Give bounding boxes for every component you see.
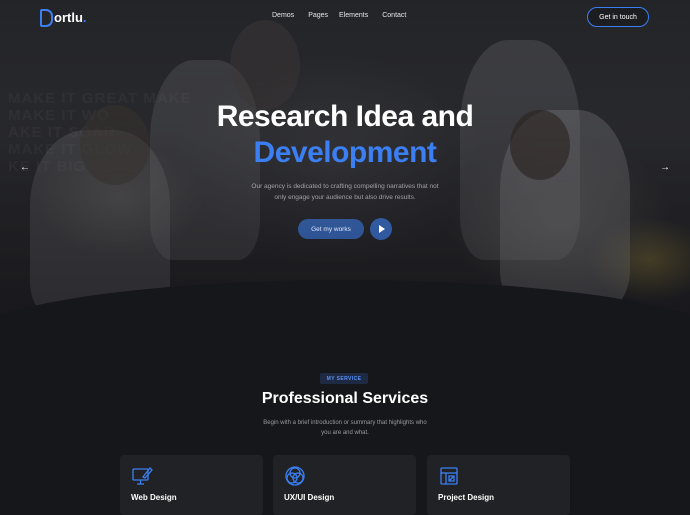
play-icon bbox=[379, 225, 385, 233]
venn-circles-icon bbox=[285, 466, 305, 486]
service-card-title: Web Design bbox=[131, 493, 177, 502]
section-badge: MY SERVICE bbox=[320, 373, 368, 384]
logo-dot: . bbox=[82, 9, 87, 25]
nav-item-demos[interactable]: Demos bbox=[272, 12, 294, 19]
service-card-web-design[interactable]: Web Design bbox=[120, 455, 263, 515]
blueprint-icon bbox=[440, 467, 458, 485]
slider-next-arrow-icon[interactable]: → bbox=[660, 162, 670, 173]
services-title: Professional Services bbox=[261, 390, 429, 407]
hero-subtitle: Our agency is dedicated to crafting comp… bbox=[251, 183, 439, 201]
hero-title-highlight: Development bbox=[253, 136, 437, 169]
logo-icon bbox=[40, 9, 53, 27]
slider-prev-arrow-icon[interactable]: ← bbox=[20, 162, 30, 173]
hero-title: Research Idea and bbox=[216, 100, 474, 133]
nav-item-pages[interactable]: Pages bbox=[308, 12, 328, 19]
main-nav: Demos Pages Elements Contact bbox=[272, 12, 420, 19]
brand-name: ortlu bbox=[54, 9, 83, 25]
monitor-pen-icon bbox=[132, 467, 153, 485]
get-my-works-button[interactable]: Get my works bbox=[298, 219, 364, 239]
play-video-button[interactable] bbox=[370, 218, 392, 240]
services-subtitle: Begin with a brief introduction or summa… bbox=[263, 420, 427, 436]
brand-logo[interactable]: ortlu. bbox=[40, 8, 87, 27]
service-card-title: UX/UI Design bbox=[284, 493, 335, 502]
nav-item-elements[interactable]: Elements bbox=[339, 12, 368, 19]
service-card-project-design[interactable]: Project Design bbox=[427, 455, 570, 515]
service-card-ux-ui-design[interactable]: UX/UI Design bbox=[273, 455, 416, 515]
get-in-touch-button[interactable]: Get in touch bbox=[587, 7, 649, 27]
nav-item-contact[interactable]: Contact bbox=[382, 12, 406, 19]
service-card-title: Project Design bbox=[438, 493, 495, 502]
